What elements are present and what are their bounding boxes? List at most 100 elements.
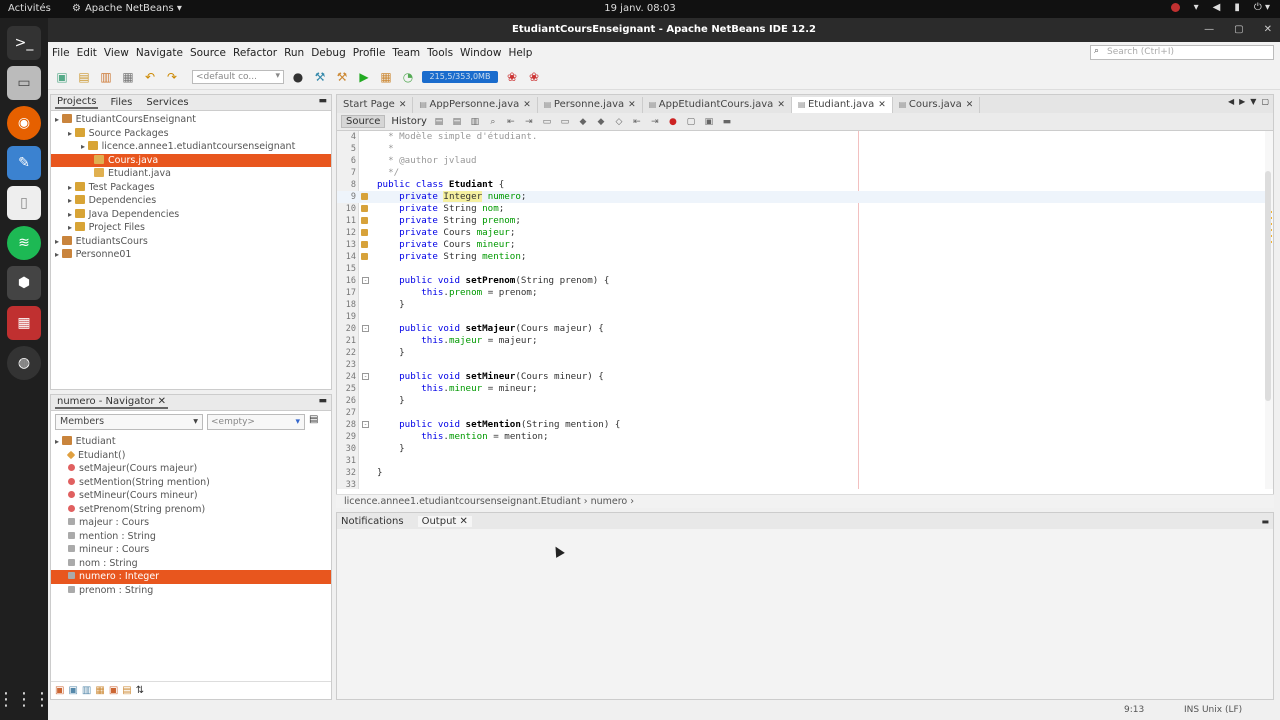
tab-notifications[interactable]: Notifications xyxy=(341,516,404,527)
new-file-icon[interactable]: ▤ xyxy=(76,69,92,85)
shift-right-icon[interactable]: ⇥ xyxy=(649,116,661,128)
editor-tab[interactable]: ▤ Cours.java ✕ xyxy=(893,97,981,113)
new-project-icon[interactable]: ▣ xyxy=(54,69,70,85)
document-icon[interactable]: ▯ xyxy=(7,186,41,220)
globe-icon[interactable]: ◍ xyxy=(7,346,41,380)
minimize-panel-icon[interactable]: ▬ xyxy=(318,96,327,106)
tree-item[interactable]: nom : String xyxy=(51,557,331,571)
gc2-icon[interactable]: ❀ xyxy=(526,69,542,85)
maximize-icon[interactable]: ▢ xyxy=(1234,18,1243,42)
editor-tab[interactable]: ▤ AppPersonne.java ✕ xyxy=(413,97,538,113)
tree-item[interactable]: ▸ licence.annee1.etudiantcoursenseignant xyxy=(51,140,331,154)
editor-tab[interactable]: ▤ Etudiant.java ✕ xyxy=(791,97,893,113)
close-icon[interactable]: ✕ xyxy=(523,100,531,110)
menu-window[interactable]: Window xyxy=(460,47,501,59)
tree-item[interactable]: ▸ Project Files xyxy=(51,221,331,235)
expand-icon[interactable]: ▸ xyxy=(68,210,75,219)
tree-item[interactable]: ▸ Personne01 xyxy=(51,248,331,262)
menu-profile[interactable]: Profile xyxy=(353,47,386,59)
sort-az-icon[interactable]: ⇅ xyxy=(136,685,144,696)
undo-icon[interactable]: ↶ xyxy=(142,69,158,85)
tab-navigator[interactable]: numero - Navigator ✕ xyxy=(55,396,169,409)
menu-refactor[interactable]: Refactor xyxy=(233,47,277,59)
menu-debug[interactable]: Debug xyxy=(311,47,346,59)
menu-source[interactable]: Source xyxy=(190,47,226,59)
redo-icon[interactable]: ↷ xyxy=(164,69,180,85)
history-button[interactable]: History xyxy=(391,116,427,127)
breadcrumb[interactable]: licence.annee1.etudiantcoursenseignant.E… xyxy=(336,494,1274,508)
chevron-down-icon[interactable]: ▼ xyxy=(1250,97,1256,106)
tree-item[interactable]: prenom : String xyxy=(51,584,331,598)
menu-edit[interactable]: Edit xyxy=(77,47,97,59)
run-icon[interactable]: ▶ xyxy=(356,69,372,85)
find-icon[interactable]: ⌕ xyxy=(487,116,499,128)
source-button[interactable]: Source xyxy=(341,115,386,128)
clean-build-icon[interactable]: ⚒ xyxy=(334,69,350,85)
minimize-panel-icon[interactable]: ▬ xyxy=(1261,517,1269,526)
filter-inherited-icon[interactable]: ▦ xyxy=(95,685,104,696)
tab-services[interactable]: Services xyxy=(144,97,190,108)
find-prev-icon[interactable]: ⇤ xyxy=(505,116,517,128)
tree-item[interactable]: ▸ Etudiant xyxy=(51,435,331,449)
tree-item[interactable]: numero : Integer xyxy=(51,570,331,584)
close-icon[interactable]: ✕ xyxy=(628,100,636,110)
expand-icon[interactable]: ▸ xyxy=(68,223,75,232)
minimize-icon[interactable]: — xyxy=(1204,18,1214,42)
build-icon[interactable]: ⚒ xyxy=(312,69,328,85)
filter-nonpublic-icon[interactable]: ▥ xyxy=(82,685,91,696)
tab-projects[interactable]: Projects xyxy=(55,96,99,109)
config-select[interactable]: <default co... xyxy=(192,69,284,84)
gc-icon[interactable]: ❀ xyxy=(504,69,520,85)
menu-tools[interactable]: Tools xyxy=(427,47,453,59)
tree-item[interactable]: setMajeur(Cours majeur) xyxy=(51,462,331,476)
shift-left-icon[interactable]: ⇤ xyxy=(631,116,643,128)
start-macro-icon[interactable]: ● xyxy=(667,116,679,128)
chevron-right-icon[interactable]: ▶ xyxy=(1239,97,1245,106)
tree-item[interactable]: Cours.java xyxy=(51,153,331,167)
filter-static-icon[interactable]: ▣ xyxy=(68,685,77,696)
expand-icon[interactable]: ▸ xyxy=(55,250,62,259)
menu-help[interactable]: Help xyxy=(508,47,532,59)
memory-indicator[interactable]: 215,5/353,0MB xyxy=(422,70,498,83)
next-bookmark-icon[interactable]: ◆ xyxy=(595,116,607,128)
tree-item[interactable]: ▸ Source Packages xyxy=(51,127,331,141)
expand-icon[interactable]: ▸ xyxy=(68,129,75,138)
prev-bookmark-icon[interactable]: ◆ xyxy=(577,116,589,128)
maximize-icon[interactable]: ▢ xyxy=(1261,97,1269,106)
find-next-icon[interactable]: ⇥ xyxy=(523,116,535,128)
close-icon[interactable]: ✕ xyxy=(399,100,407,110)
menu-team[interactable]: Team xyxy=(392,47,420,59)
menu-navigate[interactable]: Navigate xyxy=(136,47,183,59)
tree-item[interactable]: ▸ Java Dependencies xyxy=(51,208,331,222)
menu-run[interactable]: Run xyxy=(284,47,304,59)
editor-tab[interactable]: Start Page ✕ xyxy=(337,97,414,113)
menu-file[interactable]: File xyxy=(52,47,70,59)
chevron-left-icon[interactable]: ◀ xyxy=(1228,97,1234,106)
editor-tab[interactable]: ▤ AppEtudiantCours.java ✕ xyxy=(643,97,792,113)
close-icon[interactable]: ✕ xyxy=(1264,18,1272,42)
tree-item[interactable]: mineur : Cours xyxy=(51,543,331,557)
empty-select[interactable]: <empty> xyxy=(207,414,305,430)
close-icon[interactable]: ✕ xyxy=(460,516,468,527)
tree-item[interactable]: ▸ Test Packages xyxy=(51,181,331,195)
tree-item[interactable]: setPrenom(String prenom) xyxy=(51,503,331,517)
navigator-options-icon[interactable]: ▤ xyxy=(309,414,323,428)
stop-macro-icon[interactable]: ▢ xyxy=(685,116,697,128)
close-icon[interactable]: ✕ xyxy=(878,100,886,110)
tree-item[interactable]: ▸ EtudiantsCours xyxy=(51,235,331,249)
firefox-icon[interactable]: ◉ xyxy=(7,106,41,140)
expand-icon[interactable]: ▸ xyxy=(55,437,62,446)
tree-item[interactable]: ▸ Dependencies xyxy=(51,194,331,208)
netbeans-icon[interactable]: ⬢ xyxy=(7,266,41,300)
show-apps-icon[interactable]: ⋮⋮⋮ xyxy=(0,689,51,710)
tree-item[interactable]: ▸ EtudiantCoursEnseignant xyxy=(51,113,331,127)
tab-output[interactable]: Output ✕ xyxy=(417,515,472,527)
members-select[interactable]: Members xyxy=(55,414,203,430)
profile-icon[interactable]: ◔ xyxy=(400,69,416,85)
system-tray[interactable]: ▾ ◀ ▮ ⏻ ▾ xyxy=(1170,2,1270,13)
tree-item[interactable]: Etudiant() xyxy=(51,449,331,463)
back-icon[interactable]: ▤ xyxy=(451,116,463,128)
close-icon[interactable]: ✕ xyxy=(966,100,974,110)
filter-fields-icon[interactable]: ▣ xyxy=(55,685,64,696)
files-icon[interactable]: ▭ xyxy=(7,66,41,100)
